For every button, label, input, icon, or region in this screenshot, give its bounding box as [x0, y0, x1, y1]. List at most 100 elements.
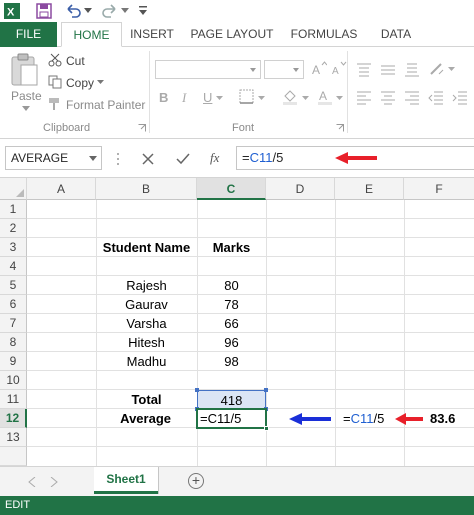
row-header[interactable]: 5: [0, 276, 27, 295]
decrease-indent-icon[interactable]: [428, 91, 444, 105]
row-header[interactable]: 13: [0, 428, 27, 447]
decrease-font-size-icon[interactable]: A: [331, 61, 347, 77]
increase-font-size-icon[interactable]: A: [311, 61, 327, 77]
redo-icon[interactable]: [101, 3, 119, 19]
format-painter-label[interactable]: Format Painter: [66, 98, 145, 112]
format-painter-icon[interactable]: [48, 97, 62, 111]
underline-dropdown-icon[interactable]: [216, 96, 223, 101]
fill-color-icon[interactable]: [281, 88, 299, 106]
marks-cell[interactable]: 80: [197, 276, 266, 295]
row-header[interactable]: 7: [0, 314, 27, 333]
borders-dropdown-icon[interactable]: [258, 96, 265, 101]
tab-formulas[interactable]: FORMULAS: [286, 22, 362, 47]
tab-page-layout[interactable]: PAGE LAYOUT: [186, 22, 278, 47]
tab-home[interactable]: HOME: [61, 22, 122, 47]
align-left-icon[interactable]: [356, 91, 372, 105]
row-header[interactable]: 1: [0, 200, 27, 219]
font-size-box[interactable]: [264, 60, 304, 79]
marks-cell[interactable]: 78: [197, 295, 266, 314]
column-header-b[interactable]: B: [96, 178, 197, 200]
student-name-cell[interactable]: Madhu: [96, 352, 197, 371]
column-header-d[interactable]: D: [266, 178, 335, 200]
copy-label[interactable]: Copy: [66, 76, 94, 90]
orientation-dropdown-icon[interactable]: [448, 67, 455, 72]
customize-toolbar-icon[interactable]: [138, 6, 148, 16]
cut-icon[interactable]: [48, 53, 62, 67]
row-header[interactable]: 4: [0, 257, 27, 276]
align-center-icon[interactable]: [380, 91, 396, 105]
add-sheet-button[interactable]: +: [188, 473, 204, 489]
align-bottom-icon[interactable]: [404, 63, 420, 77]
clipboard-launcher-icon[interactable]: [138, 124, 146, 132]
tab-insert[interactable]: INSERT: [124, 22, 180, 47]
total-label[interactable]: Total: [96, 390, 197, 409]
formula-bar-grip-icon[interactable]: [116, 152, 120, 166]
column-header-e[interactable]: E: [335, 178, 404, 200]
average-cell-editing[interactable]: =C11/5: [196, 408, 267, 429]
insert-function-button[interactable]: fx: [210, 150, 219, 166]
undo-icon[interactable]: [64, 3, 82, 19]
name-box-dropdown-icon[interactable]: [89, 156, 97, 161]
font-name-box[interactable]: [155, 60, 261, 79]
orientation-icon[interactable]: [428, 61, 446, 77]
select-all-corner[interactable]: [0, 178, 27, 200]
borders-icon[interactable]: [239, 89, 255, 105]
header-student-name[interactable]: Student Name: [96, 238, 197, 257]
row-header[interactable]: 11: [0, 390, 27, 409]
fill-handle[interactable]: [264, 426, 269, 431]
undo-dropdown-icon[interactable]: [84, 8, 92, 14]
reference-handle[interactable]: [264, 388, 268, 392]
paste-dropdown-icon[interactable]: [22, 106, 30, 112]
row-header[interactable]: 3: [0, 238, 27, 257]
copy-dropdown-icon[interactable]: [97, 80, 104, 85]
title-bar: X: [0, 0, 474, 22]
fill-color-dropdown-icon[interactable]: [302, 96, 309, 101]
gridline: [27, 218, 474, 219]
column-header-c[interactable]: C: [197, 178, 266, 200]
italic-button[interactable]: I: [182, 90, 186, 106]
student-name-cell[interactable]: Gaurav: [96, 295, 197, 314]
copy-icon[interactable]: [48, 75, 62, 89]
average-label[interactable]: Average: [96, 409, 195, 428]
header-marks[interactable]: Marks: [197, 238, 266, 257]
paste-label[interactable]: Paste: [11, 89, 42, 103]
row-header[interactable]: 12: [0, 409, 27, 428]
row-header[interactable]: 2: [0, 219, 27, 238]
sheet-tab-sheet1[interactable]: Sheet1: [94, 467, 158, 494]
align-middle-icon[interactable]: [380, 63, 396, 77]
align-top-icon[interactable]: [356, 63, 372, 77]
redo-dropdown-icon[interactable]: [121, 8, 129, 14]
column-header-a[interactable]: A: [27, 178, 96, 200]
cut-label[interactable]: Cut: [66, 54, 85, 68]
align-right-icon[interactable]: [404, 91, 420, 105]
save-icon[interactable]: [36, 3, 52, 19]
font-color-icon[interactable]: A: [316, 88, 334, 106]
increase-indent-icon[interactable]: [452, 91, 468, 105]
cancel-icon[interactable]: [141, 152, 155, 166]
underline-button[interactable]: U: [203, 90, 212, 105]
row-header[interactable]: 8: [0, 333, 27, 352]
enter-icon[interactable]: [175, 152, 191, 166]
marks-cell[interactable]: 66: [197, 314, 266, 333]
total-cell-referenced[interactable]: 418: [197, 390, 266, 409]
scroll-left-icon[interactable]: [28, 477, 36, 487]
row-header[interactable]: 9: [0, 352, 27, 371]
scroll-right-icon[interactable]: [50, 477, 58, 487]
tab-data[interactable]: DATA: [372, 22, 420, 47]
font-launcher-icon[interactable]: [336, 124, 344, 132]
reference-handle[interactable]: [195, 388, 199, 392]
marks-cell[interactable]: 98: [197, 352, 266, 371]
row-header[interactable]: 6: [0, 295, 27, 314]
font-color-dropdown-icon[interactable]: [336, 96, 343, 101]
annotation-cell-reference: C11: [350, 411, 374, 426]
column-header-f[interactable]: F: [404, 178, 474, 200]
paste-icon[interactable]: [10, 53, 40, 87]
bold-button[interactable]: B: [159, 90, 168, 105]
student-name-cell[interactable]: Rajesh: [96, 276, 197, 295]
marks-cell[interactable]: 96: [197, 333, 266, 352]
name-box[interactable]: AVERAGE: [5, 146, 102, 170]
student-name-cell[interactable]: Hitesh: [96, 333, 197, 352]
row-header[interactable]: 10: [0, 371, 27, 390]
student-name-cell[interactable]: Varsha: [96, 314, 197, 333]
tab-file[interactable]: FILE: [0, 22, 57, 47]
